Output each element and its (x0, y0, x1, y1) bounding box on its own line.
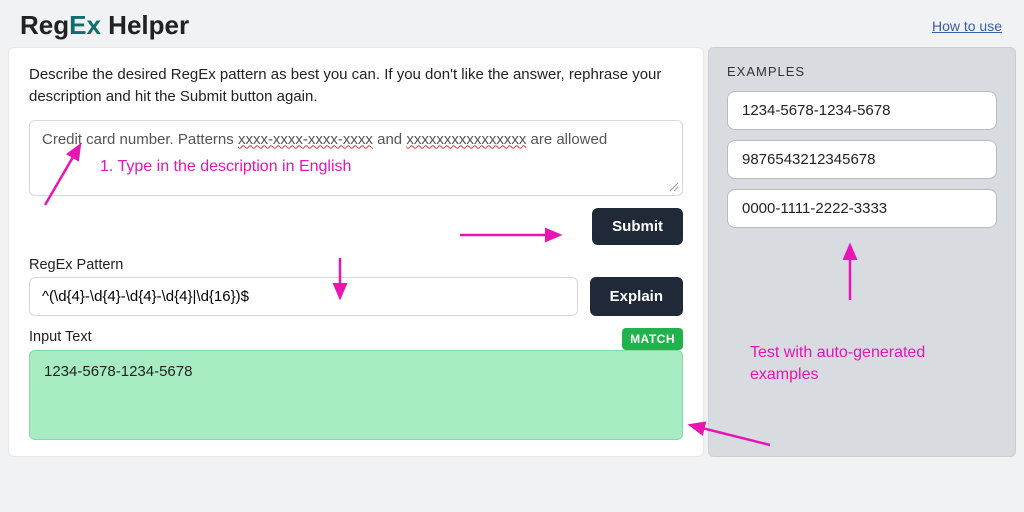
description-pattern-2: xxxxxxxxxxxxxxxx (406, 131, 526, 148)
logo-suffix: Helper (101, 10, 189, 40)
explain-button[interactable]: Explain (590, 277, 683, 316)
main-panel: Describe the desired RegEx pattern as be… (8, 47, 704, 457)
description-mid: and (373, 131, 406, 148)
pattern-input[interactable] (29, 277, 578, 316)
how-to-use-link[interactable]: How to use (932, 18, 1002, 34)
resize-handle-icon[interactable] (669, 182, 679, 192)
description-input[interactable]: Credit card number. Patterns xxxx-xxxx-x… (29, 120, 683, 196)
match-badge: MATCH (622, 328, 683, 350)
pattern-label: RegEx Pattern (29, 257, 683, 273)
description-prefix: Credit card number. Patterns (42, 131, 238, 148)
input-text-value: 1234-5678-1234-5678 (44, 363, 192, 380)
example-item[interactable]: 1234-5678-1234-5678 (727, 91, 997, 130)
logo-ex: Ex (69, 10, 101, 40)
instruction-text: Describe the desired RegEx pattern as be… (29, 64, 683, 108)
examples-panel: EXAMPLES 1234-5678-1234-5678 98765432123… (708, 47, 1016, 457)
logo-prefix: Reg (20, 10, 69, 40)
example-item[interactable]: 9876543212345678 (727, 140, 997, 179)
app-logo: RegEx Helper (20, 10, 189, 41)
examples-title: EXAMPLES (727, 64, 997, 79)
example-item[interactable]: 0000-1111-2222-3333 (727, 189, 997, 228)
submit-button[interactable]: Submit (592, 208, 683, 245)
input-text-label: Input Text (29, 329, 92, 345)
input-text-box[interactable]: 1234-5678-1234-5678 (29, 350, 683, 440)
description-pattern-1: xxxx-xxxx-xxxx-xxxx (238, 131, 373, 148)
description-suffix: are allowed (526, 131, 607, 148)
